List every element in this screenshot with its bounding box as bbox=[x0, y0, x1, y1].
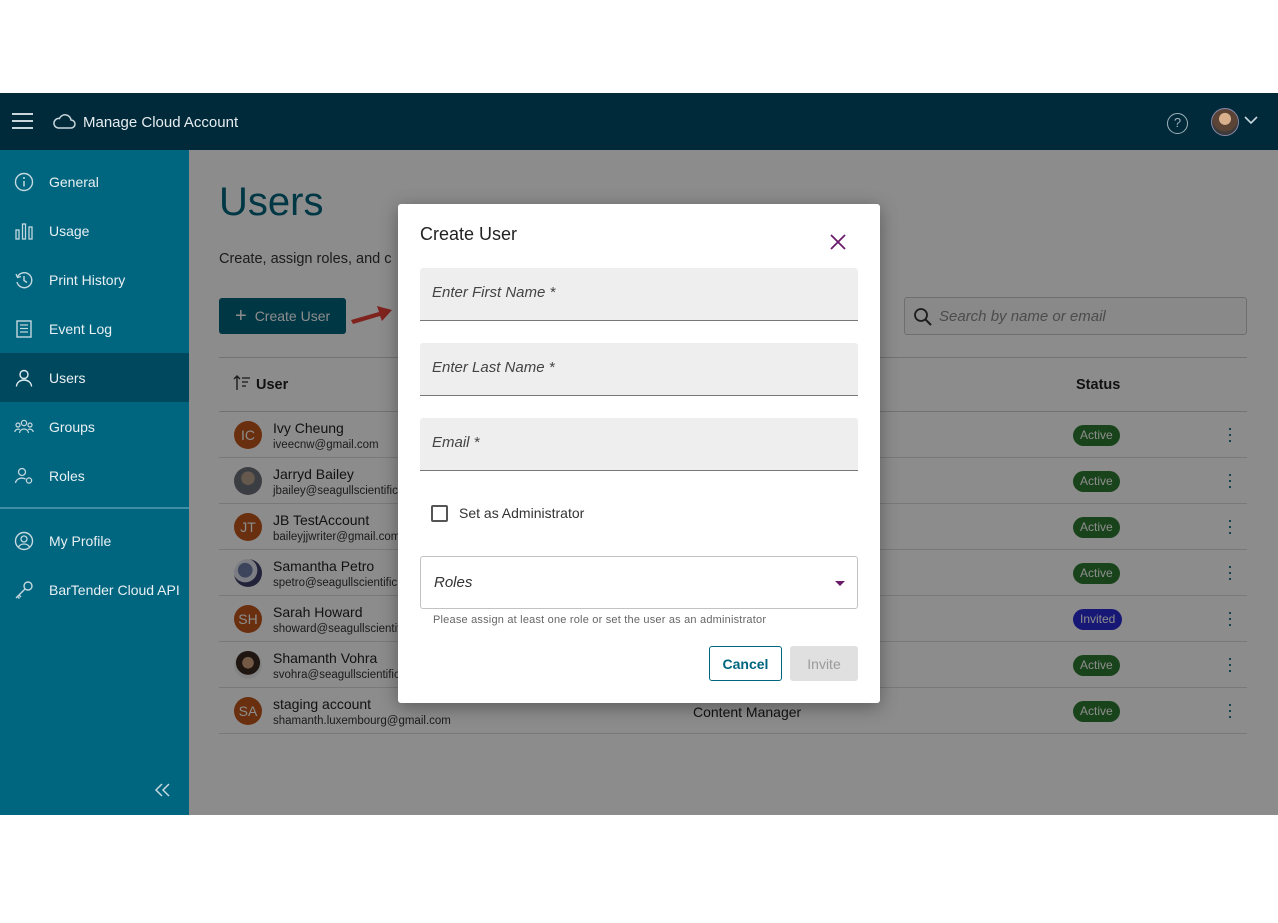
roles-select[interactable]: Roles bbox=[420, 556, 858, 609]
last-name-input[interactable] bbox=[432, 359, 832, 376]
account-avatar[interactable] bbox=[1211, 108, 1239, 136]
sidebar-item-label: General bbox=[49, 173, 99, 190]
sidebar-item-label: BarTender Cloud API bbox=[49, 581, 180, 598]
top-bar: Manage Cloud Account ? bbox=[0, 93, 1278, 150]
sidebar-item-my-profile[interactable]: My Profile bbox=[0, 516, 189, 565]
sidebar-item-usage[interactable]: Usage bbox=[0, 206, 189, 255]
sidebar-item-users[interactable]: Users bbox=[0, 353, 189, 402]
sidebar-item-groups[interactable]: Groups bbox=[0, 402, 189, 451]
first-name-field[interactable] bbox=[420, 268, 858, 321]
administrator-checkbox-label[interactable]: Set as Administrator bbox=[459, 505, 584, 521]
roles-hint-text: Please assign at least one role or set t… bbox=[433, 614, 767, 626]
invite-button[interactable]: Invite bbox=[790, 646, 858, 681]
hamburger-icon[interactable] bbox=[12, 113, 33, 131]
roles-icon bbox=[14, 467, 33, 484]
cancel-button[interactable]: Cancel bbox=[709, 646, 782, 681]
dropdown-caret-icon bbox=[835, 581, 845, 586]
administrator-checkbox[interactable] bbox=[431, 505, 448, 522]
sidebar-item-label: Groups bbox=[49, 418, 95, 435]
first-name-input[interactable] bbox=[432, 284, 832, 301]
bar-chart-icon bbox=[15, 222, 33, 240]
double-chevron-left-icon[interactable] bbox=[154, 782, 172, 798]
sidebar-item-print-history[interactable]: Print History bbox=[0, 255, 189, 304]
help-icon[interactable]: ? bbox=[1167, 113, 1188, 134]
sidebar-item-general[interactable]: General bbox=[0, 157, 189, 206]
profile-icon bbox=[14, 531, 34, 550]
sidebar: General Usage Print History Event Log Us… bbox=[0, 150, 189, 815]
sidebar-item-bartender-cloud-api[interactable]: BarTender Cloud API bbox=[0, 565, 189, 614]
user-icon bbox=[15, 369, 33, 387]
close-icon[interactable] bbox=[828, 232, 848, 252]
key-icon bbox=[15, 580, 33, 599]
sidebar-item-label: Event Log bbox=[49, 320, 113, 337]
sidebar-item-label: My Profile bbox=[49, 532, 112, 549]
history-icon bbox=[15, 271, 33, 288]
sidebar-item-label: Print History bbox=[49, 271, 126, 288]
info-icon bbox=[14, 172, 34, 191]
email-field[interactable] bbox=[420, 418, 858, 471]
create-user-dialog: Create User Set as Administrator Roles P… bbox=[398, 204, 880, 703]
app-title: Manage Cloud Account bbox=[83, 114, 239, 131]
sidebar-item-label: Roles bbox=[49, 467, 85, 484]
sidebar-item-label: Usage bbox=[49, 222, 90, 239]
log-icon bbox=[16, 319, 32, 338]
cloud-icon bbox=[53, 114, 76, 129]
sidebar-item-roles[interactable]: Roles bbox=[0, 451, 189, 500]
last-name-field[interactable] bbox=[420, 343, 858, 396]
roles-select-label: Roles bbox=[434, 574, 473, 591]
app-window: Manage Cloud Account ? General Usage Pri… bbox=[0, 93, 1278, 815]
dialog-title: Create User bbox=[420, 224, 518, 244]
groups-icon bbox=[14, 419, 34, 433]
sidebar-item-event-log[interactable]: Event Log bbox=[0, 304, 189, 353]
sidebar-divider bbox=[0, 507, 189, 509]
email-input[interactable] bbox=[432, 434, 832, 451]
sidebar-item-label: Users bbox=[49, 369, 86, 386]
chevron-down-icon[interactable] bbox=[1244, 115, 1258, 125]
